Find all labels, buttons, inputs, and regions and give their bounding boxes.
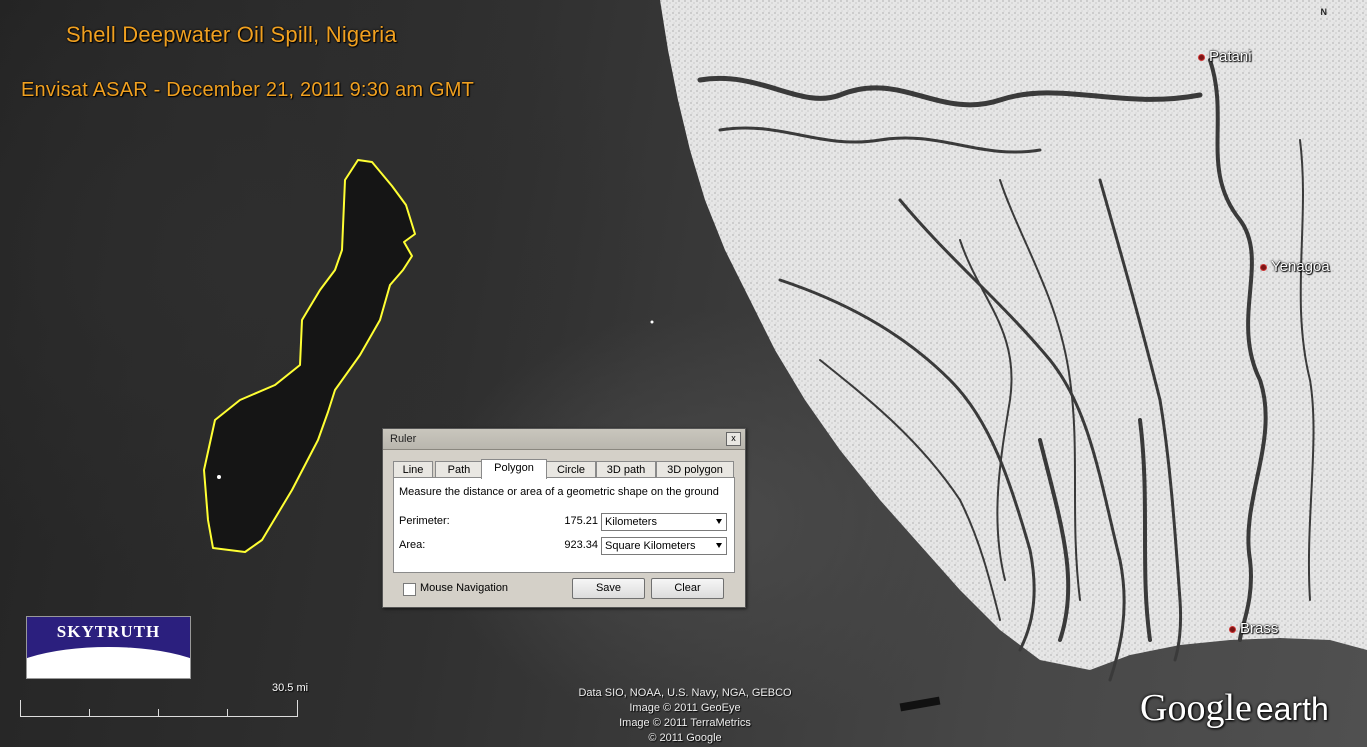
mouse-navigation-checkbox[interactable] [403, 583, 416, 596]
place-dot-icon [1198, 53, 1205, 61]
brand-earth: earth [1255, 691, 1329, 727]
area-unit-value: Square Kilometers [605, 540, 696, 552]
mouse-navigation-label[interactable]: Mouse Navigation [420, 582, 508, 594]
perimeter-unit-value: Kilometers [605, 516, 657, 528]
perimeter-unit-select[interactable]: Kilometers [601, 513, 727, 531]
place-dot-icon [1260, 263, 1267, 271]
scale-bar [20, 700, 298, 717]
scale-tick [89, 709, 90, 716]
chevron-down-icon [716, 519, 722, 524]
area-unit-select[interactable]: Square Kilometers [601, 537, 727, 555]
place-label-yenagoa[interactable]: Yenagoa [1260, 258, 1330, 275]
logo-text: SKYTRUTH [56, 622, 161, 641]
place-label-brass[interactable]: Brass [1229, 620, 1278, 637]
vessel-marker [650, 320, 654, 324]
ruler-description: Measure the distance or area of a geomet… [399, 486, 719, 498]
vessel-marker [217, 475, 221, 479]
compass-north-icon[interactable]: N [1321, 7, 1328, 17]
dialog-title: Ruler [390, 433, 417, 445]
place-name: Yenagoa [1271, 258, 1330, 275]
scale-tick [158, 709, 159, 716]
place-dot-icon [1229, 625, 1236, 633]
perimeter-label: Perimeter: [399, 515, 450, 527]
land-mass [660, 0, 1367, 670]
scale-label: 30.5 mi [272, 682, 309, 694]
ruler-dialog: Ruler x Line Path Polygon Circle 3D path… [382, 428, 746, 608]
area-label: Area: [399, 539, 426, 551]
tab-polygon[interactable]: Polygon [481, 459, 547, 479]
brand-google: Google [1140, 687, 1252, 729]
logo-arc [27, 647, 190, 678]
polygon-panel: Measure the distance or area of a geomet… [393, 477, 735, 573]
map-title: Shell Deepwater Oil Spill, Nigeria [66, 22, 397, 47]
scale-tick [227, 709, 228, 716]
perimeter-value: 175.21 [564, 515, 598, 527]
place-label-patani[interactable]: Patani [1198, 48, 1252, 65]
place-name: Brass [1240, 620, 1279, 637]
tab-line[interactable]: Line [393, 461, 433, 478]
tab-3d-path[interactable]: 3D path [596, 461, 656, 478]
slick-fragment [899, 696, 941, 712]
map-view[interactable]: Shell Deepwater Oil Spill, Nigeria Envis… [0, 0, 1367, 747]
tab-circle[interactable]: Circle [546, 461, 596, 478]
area-value: 923.34 [564, 539, 598, 551]
place-name: Patani [1209, 48, 1252, 65]
attribution-line: Image © 2011 GeoEye [629, 702, 741, 714]
dialog-titlebar[interactable]: Ruler x [383, 429, 745, 450]
map-subtitle: Envisat ASAR - December 21, 2011 9:30 am… [21, 79, 475, 101]
close-icon[interactable]: x [726, 432, 741, 446]
attribution-line: © 2011 Google [648, 732, 722, 744]
attribution-line: Image © 2011 TerraMetrics [619, 717, 751, 729]
save-button[interactable]: Save [572, 578, 645, 599]
google-earth-logo: Google earth [1140, 686, 1329, 730]
chevron-down-icon [716, 543, 722, 548]
tab-path[interactable]: Path [435, 461, 483, 478]
clear-button[interactable]: Clear [651, 578, 724, 599]
skytruth-logo: SKYTRUTH [26, 616, 191, 679]
tab-3d-polygon[interactable]: 3D polygon [656, 461, 734, 478]
map-imagery [203, 0, 1367, 712]
attribution-line: Data SIO, NOAA, U.S. Navy, NGA, GEBCO [578, 687, 792, 699]
